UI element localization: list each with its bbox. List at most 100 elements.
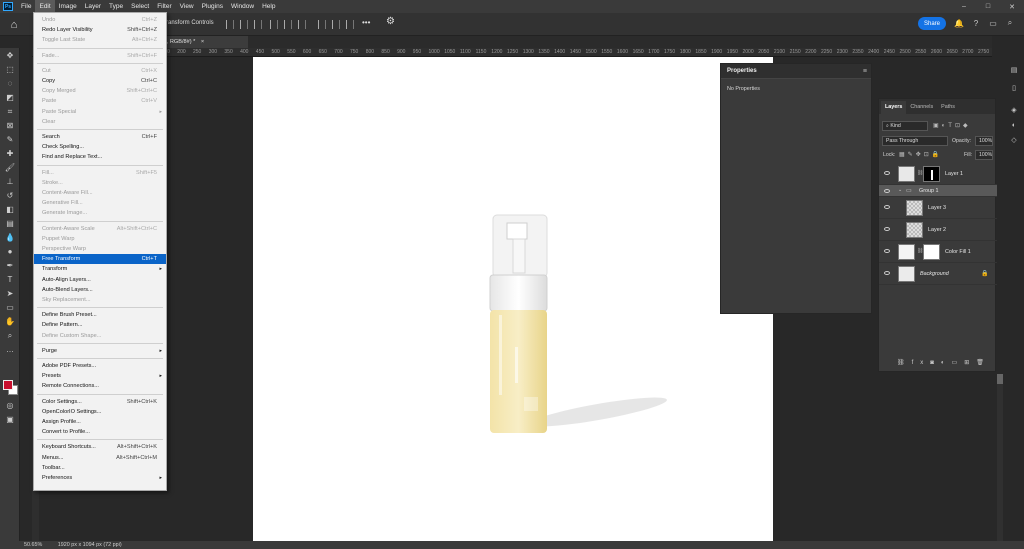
- object-select-tool-icon[interactable]: ◩: [3, 92, 17, 103]
- group-chevron-icon[interactable]: ⌄: [898, 187, 902, 193]
- align-center-icon[interactable]: [240, 20, 248, 29]
- pen-tool-icon[interactable]: ✒: [3, 260, 17, 271]
- libraries-icon[interactable]: ◇: [1008, 136, 1020, 147]
- add-mask-icon[interactable]: ◙: [930, 360, 941, 366]
- document-canvas[interactable]: [253, 57, 773, 543]
- fx-icon[interactable]: fx: [912, 360, 931, 366]
- menu-view[interactable]: View: [176, 0, 198, 13]
- maximize-button[interactable]: □: [976, 0, 1000, 13]
- menu-item-cut[interactable]: Cut Ctrl+X: [34, 66, 166, 76]
- align-middle-icon[interactable]: [284, 20, 292, 29]
- menu-item-toggle-last-state[interactable]: Toggle Last State Alt+Ctrl+Z: [34, 35, 166, 45]
- screen-mode-icon[interactable]: ▣: [3, 414, 17, 425]
- close-window-button[interactable]: ✕: [1000, 0, 1024, 13]
- layer-name[interactable]: Layer 2: [928, 227, 946, 233]
- document-info[interactable]: 1920 px x 1094 px (72 ppi): [58, 542, 122, 548]
- clone-stamp-tool-icon[interactable]: ⊥: [3, 176, 17, 187]
- menu-item-content-aware-scale[interactable]: Content-Aware Scale Alt+Shift+Ctrl+C: [34, 224, 166, 234]
- menu-item-menus[interactable]: Menus... Alt+Shift+Ctrl+M: [34, 453, 166, 463]
- menu-item-adobe-pdf-presets[interactable]: Adobe PDF Presets...: [34, 361, 166, 371]
- menu-help[interactable]: Help: [258, 0, 279, 13]
- menu-item-clear[interactable]: Clear: [34, 117, 166, 127]
- menu-item-toolbar[interactable]: Toolbar...: [34, 463, 166, 473]
- menu-item-keyboard-shortcuts[interactable]: Keyboard Shortcuts... Alt+Shift+Ctrl+K: [34, 442, 166, 452]
- menu-item-auto-blend-layers[interactable]: Auto-Blend Layers...: [34, 285, 166, 295]
- adjustment-layer-icon[interactable]: ◐: [941, 360, 952, 366]
- properties-panel-title[interactable]: Properties: [721, 64, 871, 79]
- layer-row[interactable]: Layer 2: [879, 220, 997, 241]
- link-layers-icon[interactable]: ⛓: [897, 360, 912, 366]
- hand-tool-icon[interactable]: ✋: [3, 316, 17, 327]
- menu-item-copy-merged[interactable]: Copy Merged Shift+Ctrl+C: [34, 86, 166, 96]
- visibility-eye-icon[interactable]: [884, 271, 890, 275]
- layer-row[interactable]: ⛓ Color Fill 1: [879, 242, 997, 263]
- blur-tool-icon[interactable]: 💧: [3, 232, 17, 243]
- blend-mode-select[interactable]: Pass Through: [882, 136, 948, 146]
- menu-item-undo[interactable]: Undo Ctrl+Z: [34, 15, 166, 25]
- layer-row[interactable]: Layer 3: [879, 198, 997, 219]
- layer-name[interactable]: Background: [920, 271, 949, 277]
- distribute-left-icon[interactable]: [318, 20, 326, 29]
- menu-item-paste-special[interactable]: Paste Special ▸: [34, 107, 166, 117]
- layer-mask-thumbnail[interactable]: [923, 166, 940, 182]
- frame-tool-icon[interactable]: ⊠: [3, 120, 17, 131]
- menu-item-define-brush-preset[interactable]: Define Brush Preset...: [34, 310, 166, 320]
- document-icon[interactable]: ▯: [1008, 84, 1020, 95]
- more-options-icon[interactable]: •••: [362, 18, 370, 27]
- tab-layers[interactable]: Layers: [881, 101, 907, 114]
- menu-item-generate-image[interactable]: Generate Image...: [34, 208, 166, 218]
- layers-icon[interactable]: ◈: [1008, 106, 1020, 117]
- menu-item-sky-replacement[interactable]: Sky Replacement...: [34, 295, 166, 305]
- layer-name[interactable]: Color Fill 1: [945, 249, 971, 255]
- menu-item-convert-to-profile[interactable]: Convert to Profile...: [34, 427, 166, 437]
- menu-item-opencolorio-settings[interactable]: OpenColorIO Settings...: [34, 407, 166, 417]
- adjustments-icon[interactable]: ◐: [1008, 122, 1020, 133]
- search-icon[interactable]: ⌕: [1004, 17, 1016, 29]
- menu-item-generative-fill[interactable]: Generative Fill...: [34, 198, 166, 208]
- panel-menu-icon[interactable]: ≡: [863, 68, 867, 75]
- transform-controls-label[interactable]: ransform Controls: [166, 20, 214, 26]
- foreground-color-swatch[interactable]: [3, 380, 13, 390]
- menu-item-stroke[interactable]: Stroke...: [34, 178, 166, 188]
- history-icon[interactable]: ▤: [1008, 66, 1020, 77]
- visibility-eye-icon[interactable]: [884, 189, 890, 193]
- visibility-eye-icon[interactable]: [884, 205, 890, 209]
- layer-row[interactable]: ⌄ ▭ Group 1: [879, 185, 997, 197]
- minimize-button[interactable]: –: [952, 0, 976, 13]
- new-layer-icon[interactable]: ⊞: [964, 360, 976, 366]
- lasso-tool-icon[interactable]: ◌: [3, 78, 17, 89]
- path-selection-tool-icon[interactable]: ➤: [3, 288, 17, 299]
- help-icon[interactable]: ?: [970, 17, 982, 29]
- healing-brush-tool-icon[interactable]: ✚: [3, 148, 17, 159]
- menu-item-define-custom-shape[interactable]: Define Custom Shape...: [34, 331, 166, 341]
- visibility-eye-icon[interactable]: [884, 249, 890, 253]
- align-top-icon[interactable]: [270, 20, 278, 29]
- quick-mask-icon[interactable]: ◎: [3, 400, 17, 411]
- tab-paths[interactable]: Paths: [937, 101, 959, 114]
- visibility-eye-icon[interactable]: [884, 171, 890, 175]
- visibility-eye-icon[interactable]: [884, 227, 890, 231]
- tab-channels[interactable]: Channels: [906, 101, 937, 114]
- type-tool-icon[interactable]: T: [3, 274, 17, 285]
- layer-filter-icons[interactable]: ▣◐T⊡◆: [933, 122, 989, 130]
- layer-row[interactable]: ⛓ Layer 1: [879, 164, 997, 185]
- layer-row[interactable]: Background 🔒: [879, 264, 997, 285]
- opacity-input[interactable]: 100%: [975, 136, 993, 146]
- marquee-tool-icon[interactable]: ⬚: [3, 64, 17, 75]
- menu-item-copy[interactable]: Copy Ctrl+C: [34, 76, 166, 86]
- menu-item-assign-profile[interactable]: Assign Profile...: [34, 417, 166, 427]
- menu-window[interactable]: Window: [227, 0, 258, 13]
- menu-item-find-and-replace-text[interactable]: Find and Replace Text...: [34, 152, 166, 162]
- menu-item-free-transform[interactable]: Free Transform Ctrl+T: [34, 254, 166, 265]
- menu-item-transform[interactable]: Transform ▸: [34, 264, 166, 274]
- layer-mask-thumbnail[interactable]: [923, 244, 940, 260]
- layer-name[interactable]: Group 1: [919, 188, 938, 194]
- align-right-icon[interactable]: [254, 20, 262, 29]
- eyedropper-tool-icon[interactable]: ✎: [3, 134, 17, 145]
- kind-filter-select[interactable]: ⌕ Kind: [882, 121, 928, 131]
- zoom-tool-icon[interactable]: ⌕: [3, 330, 17, 341]
- layer-name[interactable]: Layer 1: [945, 171, 963, 177]
- align-left-icon[interactable]: [226, 20, 234, 29]
- menu-item-search[interactable]: Search Ctrl+F: [34, 132, 166, 142]
- history-brush-tool-icon[interactable]: ↺: [3, 190, 17, 201]
